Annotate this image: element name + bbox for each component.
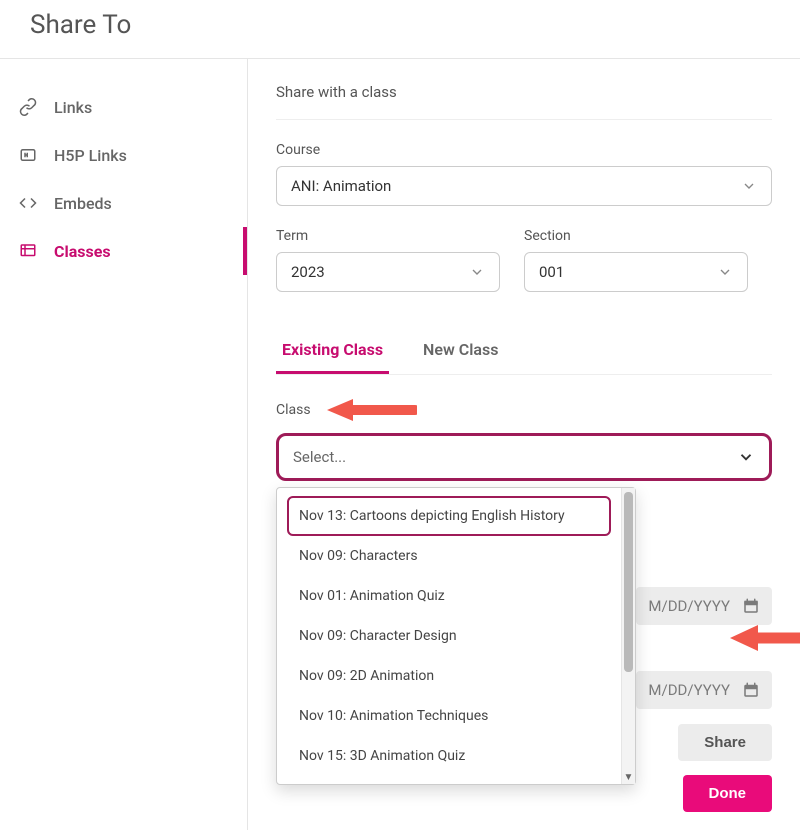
section-label: Section	[524, 228, 748, 244]
term-select[interactable]: 2023	[276, 252, 500, 292]
chevron-down-icon	[741, 178, 757, 194]
course-select[interactable]: ANI: Animation	[276, 166, 772, 206]
sidebar-item-label: Embeds	[54, 194, 112, 213]
section-value: 001	[539, 263, 564, 281]
scrollbar[interactable]: ▼	[621, 488, 635, 784]
term-label: Term	[276, 228, 500, 244]
available-until-date[interactable]: M/DD/YYYY	[636, 671, 772, 709]
available-from-date[interactable]: M/DD/YYYY	[636, 587, 772, 625]
annotation-arrow-icon	[327, 397, 417, 423]
sidebar-item-label: Classes	[54, 242, 111, 261]
scroll-down-icon[interactable]: ▼	[622, 771, 635, 783]
class-option[interactable]: Nov 01: Animation Quiz	[287, 576, 611, 616]
date-placeholder: M/DD/YYYY	[648, 597, 730, 615]
chevron-down-icon	[717, 264, 733, 280]
annotation-arrow-icon	[730, 623, 800, 653]
sidebar: Links H5P Links Embeds Classes	[0, 59, 248, 830]
course-label: Course	[276, 142, 772, 158]
class-select-highlight: Select...	[276, 433, 772, 481]
button-label: Done	[709, 785, 747, 802]
classes-icon	[18, 241, 38, 261]
course-value: ANI: Animation	[291, 177, 391, 195]
section-title: Share with a class	[276, 83, 772, 101]
code-icon	[18, 193, 38, 213]
chevron-down-icon	[469, 264, 485, 280]
sidebar-item-label: H5P Links	[54, 146, 127, 165]
sidebar-item-links[interactable]: Links	[0, 83, 247, 131]
section-select[interactable]: 001	[524, 252, 748, 292]
term-value: 2023	[291, 263, 325, 281]
class-select[interactable]: Select...	[279, 436, 769, 478]
sidebar-item-classes[interactable]: Classes	[0, 227, 247, 275]
h5p-icon	[18, 145, 38, 165]
class-dropdown-list: Nov 13: Cartoons depicting English Histo…	[277, 488, 621, 784]
page-title: Share To	[30, 10, 770, 40]
tab-label: New Class	[423, 340, 498, 359]
class-placeholder: Select...	[293, 448, 346, 466]
class-option[interactable]: Nov 13: Cartoons depicting English Histo…	[287, 496, 611, 536]
modal-header: Share To	[0, 0, 800, 59]
class-option[interactable]: Nov 10: Animation Techniques	[287, 696, 611, 736]
sidebar-item-h5p-links[interactable]: H5P Links	[0, 131, 247, 179]
main-panel: Share with a class Course ANI: Animation…	[248, 59, 800, 830]
button-label: Share	[704, 734, 746, 751]
share-button[interactable]: Share	[678, 724, 772, 761]
tab-label: Existing Class	[282, 340, 383, 359]
class-option[interactable]: Nov 09: Characters	[287, 536, 611, 576]
class-option[interactable]: Nov 09: 2D Animation	[287, 656, 611, 696]
done-button[interactable]: Done	[683, 775, 773, 812]
calendar-icon	[742, 681, 760, 699]
class-option[interactable]: Nov 15: 3D Animation Quiz	[287, 736, 611, 776]
class-dropdown: Nov 13: Cartoons depicting English Histo…	[276, 487, 636, 785]
tab-existing-class[interactable]: Existing Class	[276, 330, 389, 374]
sidebar-item-embeds[interactable]: Embeds	[0, 179, 247, 227]
calendar-icon	[742, 597, 760, 615]
chevron-down-icon	[737, 448, 755, 466]
divider	[276, 119, 772, 120]
class-label: Class	[276, 402, 311, 418]
class-option[interactable]: Nov 09: Character Design	[287, 616, 611, 656]
class-option[interactable]: Nov 15: 3D Animation	[287, 776, 611, 784]
sidebar-item-label: Links	[54, 98, 92, 117]
date-placeholder: M/DD/YYYY	[648, 681, 730, 699]
scrollbar-thumb[interactable]	[624, 492, 633, 672]
tab-new-class[interactable]: New Class	[417, 330, 504, 374]
link-icon	[18, 97, 38, 117]
tabs: Existing Class New Class	[276, 330, 772, 375]
